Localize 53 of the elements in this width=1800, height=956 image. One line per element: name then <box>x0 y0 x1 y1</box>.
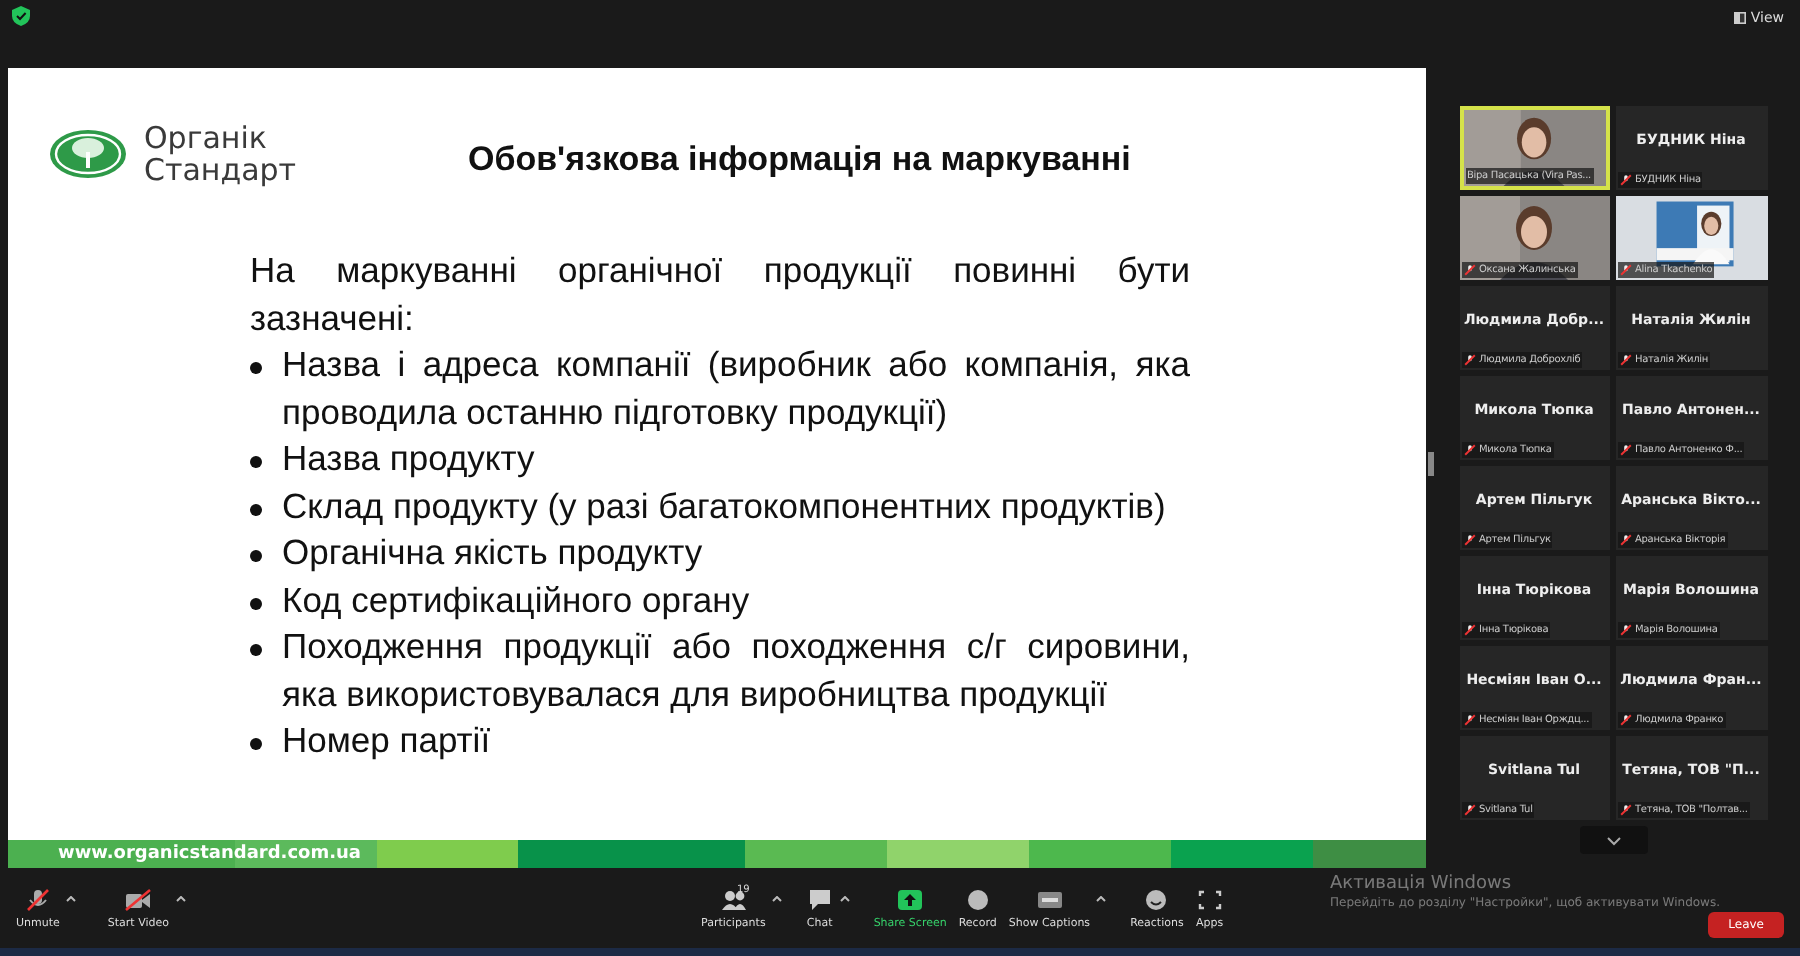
chat-icon <box>805 887 834 912</box>
caret-icon[interactable] <box>175 895 185 902</box>
muted-mic-icon <box>1619 444 1631 457</box>
bullet-icon <box>250 597 262 610</box>
camera-icon <box>124 887 153 912</box>
resize-handle[interactable] <box>1428 452 1434 477</box>
muted-mic-icon <box>1619 804 1631 817</box>
bullet-icon <box>250 362 262 375</box>
tree-logo-icon <box>48 128 128 181</box>
muted-mic-icon <box>1463 624 1475 637</box>
bullet-text: Номер партії <box>282 718 493 765</box>
muted-mic-icon <box>1619 354 1631 367</box>
bullet-icon <box>250 503 262 516</box>
footer-url: www.organicstandard.com.ua <box>58 844 362 865</box>
muted-mic-icon <box>1619 624 1631 637</box>
muted-mic-icon <box>1463 444 1475 457</box>
bullet-text: Код сертифікаційного органу <box>282 577 752 624</box>
caret-icon[interactable] <box>65 895 76 902</box>
bullet-icon <box>250 738 262 751</box>
muted-mic-icon <box>1619 174 1631 187</box>
slide-title: Обов'язкова інформація на маркуванні <box>468 140 1131 181</box>
bullet-text: Склад продукту (у разі багатокомпонентних продуктів) <box>282 483 1168 530</box>
muted-mic-icon <box>1463 264 1475 277</box>
smiley-icon <box>1142 887 1171 912</box>
microphone-icon <box>23 887 52 912</box>
record-icon <box>963 887 992 912</box>
bullet-text: Назва і адреса компанії (виробник або компанія, яка проводила останню підготовку продукції) <box>282 342 1190 436</box>
caret-icon[interactable] <box>1096 895 1107 902</box>
bullet-text: Органічна якість продукту <box>282 530 705 577</box>
bullet-text: Походження продукції або походження с/г сировини, яка використовувалася для виробництва продукції <box>282 624 1190 718</box>
slide-paragraph: На маркуванні органічної продукції повинні бути зазначені: <box>250 248 1190 342</box>
people-icon <box>719 887 748 912</box>
muted-mic-icon <box>1463 804 1475 817</box>
bullet-icon <box>250 456 262 469</box>
muted-mic-icon <box>1463 534 1475 547</box>
shield-icon <box>12 6 30 26</box>
muted-mic-icon <box>1463 354 1475 367</box>
bullet-icon <box>250 550 262 563</box>
logo-text: Органік Стандарт <box>144 122 297 187</box>
activation-title: Активація Windows <box>1330 874 1514 894</box>
muted-mic-icon <box>1463 714 1475 727</box>
share-screen-icon <box>896 887 925 912</box>
layout-icon <box>1734 12 1747 24</box>
caret-icon[interactable] <box>839 895 850 902</box>
bullet-icon <box>250 644 262 657</box>
chevron-down-icon <box>1605 835 1621 846</box>
caret-icon[interactable] <box>771 895 782 902</box>
apps-icon <box>1195 887 1224 912</box>
bullet-text: Назва продукту <box>282 436 537 483</box>
muted-mic-icon <box>1619 534 1631 547</box>
muted-mic-icon <box>1619 714 1631 727</box>
captions-icon <box>1035 887 1064 912</box>
muted-mic-icon <box>1619 264 1631 277</box>
